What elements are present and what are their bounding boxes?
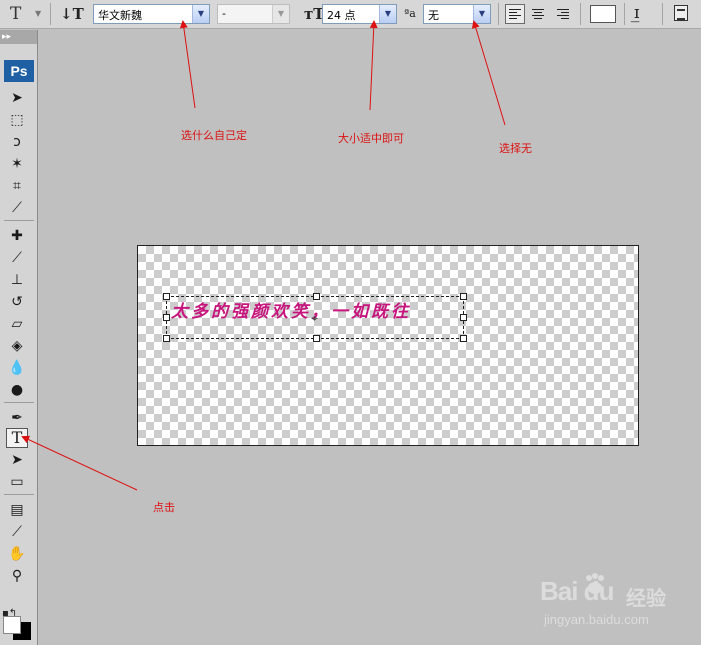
arrow-to-font-family bbox=[179, 20, 196, 109]
annotation-click: 点击 bbox=[153, 501, 175, 514]
annotation-size: 大小适中即可 bbox=[338, 132, 404, 145]
annotation-font: 选什么自己定 bbox=[181, 129, 247, 142]
annotation-antialias: 选择无 bbox=[499, 142, 532, 155]
annotation-arrows bbox=[21, 20, 506, 491]
arrow-to-antialias bbox=[471, 20, 506, 126]
baidu-watermark: Bai du 经验 jingyan.baidu.com bbox=[534, 568, 694, 638]
watermark-label: 经验 bbox=[626, 586, 666, 610]
arrow-to-type-tool bbox=[21, 435, 138, 491]
paw-icon bbox=[586, 573, 604, 594]
arrow-to-font-size bbox=[369, 20, 378, 111]
watermark-url: jingyan.baidu.com bbox=[544, 612, 649, 627]
